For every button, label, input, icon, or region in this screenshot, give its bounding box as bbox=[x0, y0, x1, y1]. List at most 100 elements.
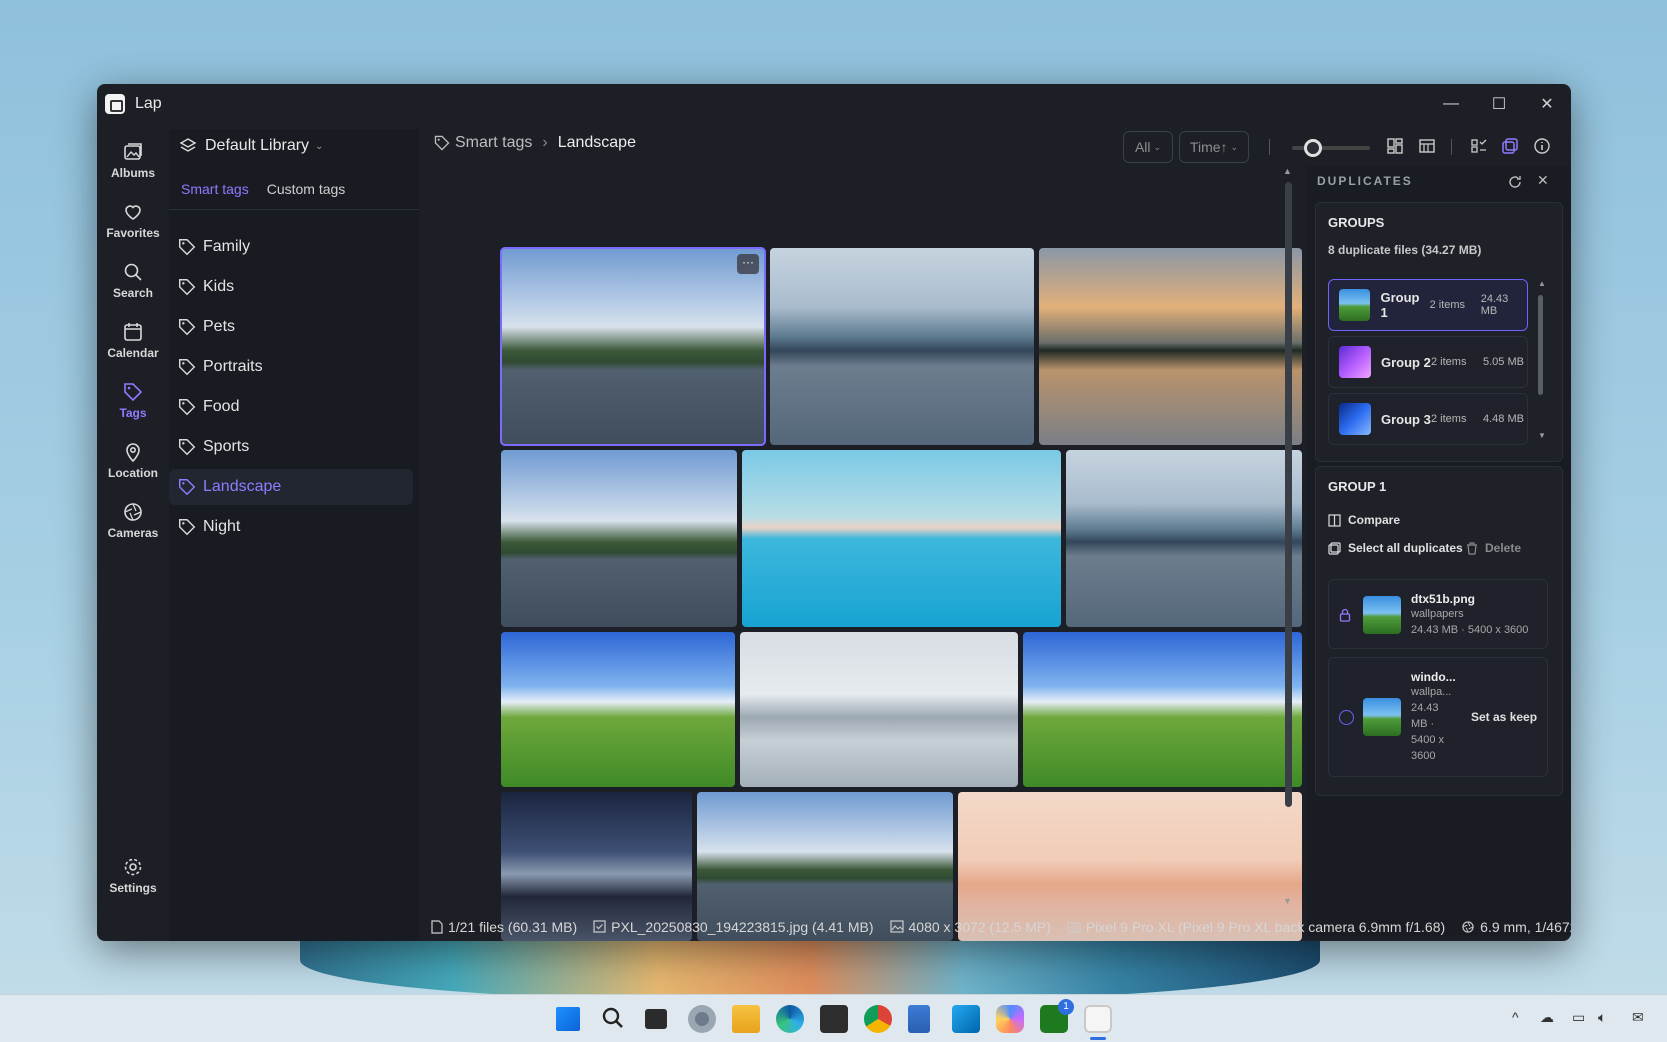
close-panel-icon[interactable]: ✕ bbox=[1537, 172, 1549, 189]
set-as-keep-button[interactable]: Set as keep bbox=[1471, 710, 1537, 724]
lap-app-icon[interactable] bbox=[1084, 1005, 1112, 1033]
onedrive-icon[interactable]: ☁ bbox=[1540, 1009, 1554, 1026]
duplicates-title: DUPLICATES bbox=[1317, 174, 1413, 188]
notepad-icon[interactable] bbox=[908, 1005, 930, 1033]
chevron-up-icon[interactable]: ^ bbox=[1512, 1009, 1519, 1025]
terminal-icon[interactable] bbox=[820, 1005, 848, 1033]
rail-search[interactable]: Search bbox=[97, 261, 169, 300]
keep-radio[interactable] bbox=[1339, 710, 1354, 725]
tag-label: Landscape bbox=[203, 478, 282, 495]
photo-thumbnail[interactable] bbox=[742, 450, 1061, 627]
minimize-button[interactable]: — bbox=[1427, 84, 1475, 124]
duplicate-group-2[interactable]: Group 22 items 5.05 MB bbox=[1328, 336, 1528, 388]
duplicate-group-3[interactable]: Group 32 items 4.48 MB bbox=[1328, 393, 1528, 445]
group-size: 5.05 MB bbox=[1483, 356, 1524, 368]
tag-item-pets[interactable]: Pets bbox=[169, 309, 413, 345]
rail-label: Search bbox=[112, 286, 154, 300]
tag-item-night[interactable]: Night bbox=[169, 509, 413, 545]
photo-thumbnail[interactable] bbox=[501, 450, 737, 627]
photo-thumbnail[interactable] bbox=[1066, 450, 1302, 627]
tag-item-food[interactable]: Food bbox=[169, 389, 413, 425]
tag-item-portraits[interactable]: Portraits bbox=[169, 349, 413, 385]
settings-app-icon[interactable] bbox=[688, 1005, 716, 1033]
network-icon[interactable]: ▭ bbox=[1572, 1009, 1585, 1026]
library-selector[interactable]: Default Library ⌄ bbox=[179, 137, 323, 155]
tab-custom-tags[interactable]: Custom tags bbox=[267, 181, 346, 197]
grid-scrollbar[interactable] bbox=[1285, 182, 1292, 807]
rail-tags[interactable]: Tags bbox=[97, 381, 169, 420]
maximize-button[interactable]: ☐ bbox=[1475, 84, 1523, 124]
tag-icon bbox=[179, 439, 196, 456]
group-thumbnail bbox=[1339, 289, 1371, 321]
refresh-icon[interactable] bbox=[1507, 174, 1523, 190]
rail-calendar[interactable]: Calendar bbox=[97, 321, 169, 360]
photo-thumbnail[interactable] bbox=[770, 248, 1034, 445]
file-meta-line: 3600 bbox=[1411, 750, 1436, 762]
zoom-slider-thumb[interactable] bbox=[1304, 139, 1322, 157]
file-thumbnail bbox=[1363, 698, 1401, 736]
duplicate-file-item[interactable]: dtx51b.png wallpapers 24.43 MB · 5400 x … bbox=[1328, 579, 1548, 649]
tag-item-landscape[interactable]: Landscape bbox=[169, 469, 413, 505]
copilot-icon[interactable] bbox=[996, 1005, 1024, 1033]
tab-smart-tags[interactable]: Smart tags bbox=[181, 181, 249, 197]
info-icon[interactable] bbox=[1533, 137, 1551, 155]
rail-location[interactable]: Location bbox=[97, 441, 169, 480]
status-lens-text: 6.9 mm, 1/4672.9( bbox=[1480, 918, 1571, 935]
delete-button[interactable]: Delete bbox=[1466, 541, 1521, 555]
compare-button[interactable]: Compare bbox=[1328, 513, 1400, 527]
tag-icon bbox=[179, 399, 196, 416]
status-camera-text: Pixel 9 Pro XL (Pixel 9 Pro XL back came… bbox=[1085, 918, 1446, 935]
scroll-up-arrow[interactable]: ▲ bbox=[1538, 279, 1546, 288]
photo-thumbnail[interactable] bbox=[1023, 632, 1302, 787]
filter-dropdown[interactable]: All ⌄ bbox=[1123, 131, 1173, 163]
rail-cameras[interactable]: Cameras bbox=[97, 501, 169, 540]
tag-icon bbox=[179, 359, 196, 376]
scroll-down-arrow[interactable]: ▼ bbox=[1283, 896, 1292, 906]
volume-icon[interactable]: 🔈︎ bbox=[1598, 1009, 1606, 1026]
sort-dropdown[interactable]: Time↑ ⌄ bbox=[1179, 131, 1249, 163]
zoom-slider[interactable] bbox=[1292, 139, 1370, 157]
grid-layout-icon[interactable] bbox=[1386, 137, 1404, 155]
file-name: dtx51b.png bbox=[1411, 592, 1476, 606]
edge-browser-icon[interactable] bbox=[776, 1005, 804, 1033]
tag-item-family[interactable]: Family bbox=[169, 229, 413, 265]
duplicates-icon[interactable] bbox=[1501, 137, 1519, 155]
search-icon[interactable] bbox=[600, 1005, 628, 1033]
more-options-icon[interactable]: ··· bbox=[737, 254, 759, 274]
rail-favorites[interactable]: Favorites bbox=[97, 201, 169, 240]
duplicate-group-1[interactable]: Group 1 2 items 24.43 MB bbox=[1328, 279, 1528, 331]
notification-icon[interactable]: ✉︎ bbox=[1632, 1009, 1644, 1026]
nav-rail: Albums Favorites Search Calendar Tags Lo… bbox=[97, 129, 169, 929]
tag-item-kids[interactable]: Kids bbox=[169, 269, 413, 305]
file-explorer-icon[interactable] bbox=[732, 1005, 760, 1033]
select-all-duplicates-button[interactable]: Select all duplicates bbox=[1328, 541, 1463, 555]
chrome-icon[interactable] bbox=[864, 1005, 892, 1033]
photo-thumbnail[interactable] bbox=[501, 632, 735, 787]
xbox-icon[interactable]: 1 bbox=[1040, 999, 1074, 1033]
set-as-keep-label: Set as keep bbox=[1471, 710, 1538, 724]
status-bar: 1/21 files (60.31 MB) PXL_20250830_19422… bbox=[419, 912, 1571, 941]
breadcrumb-root[interactable]: Smart tags bbox=[455, 134, 532, 152]
groups-scrollbar[interactable] bbox=[1538, 295, 1543, 395]
tag-icon bbox=[179, 279, 196, 296]
select-icon[interactable] bbox=[1470, 137, 1488, 155]
status-lens: 6.9 mm, 1/4672.9( bbox=[1461, 919, 1571, 935]
photo-thumbnail[interactable] bbox=[740, 632, 1018, 787]
status-dimensions-text: 4080 x 3072 (12.5 MP) bbox=[908, 918, 1051, 935]
task-view-icon[interactable] bbox=[645, 1009, 667, 1029]
scroll-down-arrow[interactable]: ▼ bbox=[1538, 431, 1546, 440]
windows-start-icon[interactable] bbox=[556, 1007, 580, 1031]
taskbar: 1 ^ ☁ ▭ 🔈︎ ✉︎ bbox=[0, 994, 1667, 1042]
vscode-icon[interactable] bbox=[952, 1005, 980, 1033]
tag-label: Sports bbox=[203, 438, 250, 455]
photo-thumbnail[interactable]: ··· bbox=[500, 247, 766, 446]
status-dimensions: 4080 x 3072 (12.5 MP) bbox=[889, 918, 1051, 935]
scroll-up-arrow[interactable]: ▲ bbox=[1283, 166, 1292, 176]
photo-thumbnail[interactable] bbox=[1039, 248, 1302, 445]
duplicate-file-item[interactable]: windo... wallpa... 24.43 MB · 5400 x 360… bbox=[1328, 657, 1548, 777]
close-button[interactable]: ✕ bbox=[1523, 84, 1571, 124]
tag-item-sports[interactable]: Sports bbox=[169, 429, 413, 465]
rail-settings[interactable]: Settings bbox=[97, 856, 169, 895]
rail-albums[interactable]: Albums bbox=[97, 141, 169, 180]
calendar-view-icon[interactable] bbox=[1418, 137, 1436, 155]
